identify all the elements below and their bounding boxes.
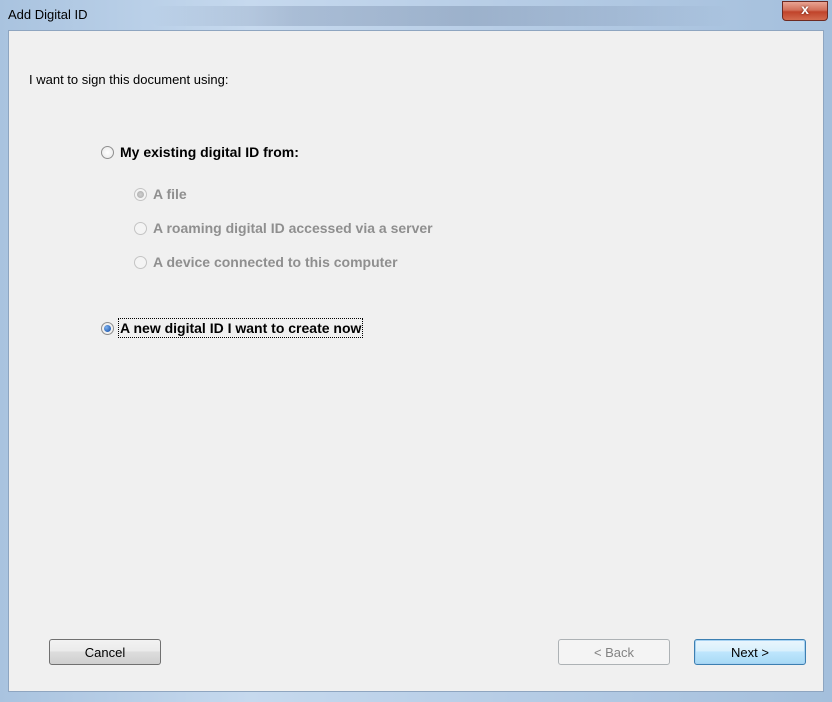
radio-roaming-id-label: A roaming digital ID accessed via a serv… [153, 220, 433, 236]
radio-new-id-label: A new digital ID I want to create now [117, 318, 364, 338]
dialog-window: Add Digital ID x I want to sign this doc… [0, 0, 832, 702]
close-icon: x [801, 1, 809, 17]
radio-existing-id[interactable]: My existing digital ID from: [101, 144, 299, 160]
radio-button-icon [134, 221, 147, 235]
radio-a-file-label: A file [153, 186, 187, 202]
radio-existing-id-label: My existing digital ID from: [120, 144, 299, 160]
radio-device: A device connected to this computer [134, 254, 398, 270]
radio-button-icon[interactable] [101, 321, 114, 335]
title-bar[interactable]: Add Digital ID x [0, 0, 832, 30]
radio-a-file: A file [134, 186, 187, 202]
radio-button-icon [134, 255, 147, 269]
dialog-content [8, 30, 824, 692]
window-title: Add Digital ID [8, 7, 88, 22]
radio-roaming-id: A roaming digital ID accessed via a serv… [134, 220, 433, 236]
radio-device-label: A device connected to this computer [153, 254, 398, 270]
radio-button-icon [134, 187, 147, 201]
radio-button-icon[interactable] [101, 145, 114, 159]
cancel-button[interactable]: Cancel [49, 639, 161, 665]
prompt-label: I want to sign this document using: [29, 72, 229, 87]
close-button[interactable]: x [782, 1, 828, 21]
radio-new-id[interactable]: A new digital ID I want to create now [101, 318, 364, 338]
title-bar-background [150, 6, 730, 26]
back-button: < Back [558, 639, 670, 665]
next-button[interactable]: Next > [694, 639, 806, 665]
